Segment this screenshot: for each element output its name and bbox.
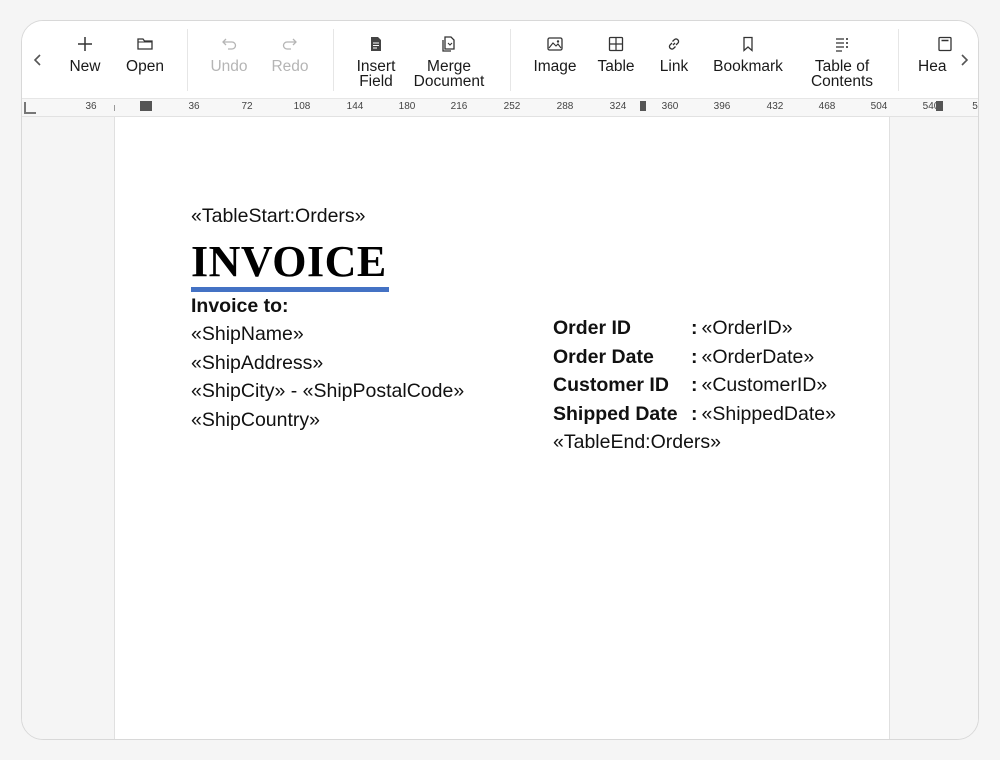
ruler-label: 36 — [188, 101, 200, 112]
image-button-label: Image — [533, 58, 577, 75]
right-indent-marker-icon[interactable] — [936, 101, 943, 111]
document-page[interactable]: «TableStart:Orders» INVOICE Invoice to: … — [114, 117, 890, 739]
insert-field-button-label: Insert Field — [356, 58, 396, 90]
open-button[interactable]: Open — [120, 35, 170, 91]
horizontal-ruler[interactable]: 36 36 72 108 144 180 216 252 288 324 360… — [22, 99, 978, 117]
chevron-right-icon[interactable] — [952, 45, 976, 75]
folder-icon — [120, 35, 170, 53]
tab-stop-selector-icon[interactable] — [24, 102, 36, 114]
toolbar-separator — [510, 29, 511, 91]
ruler-label: 252 — [503, 101, 521, 112]
bookmark-button[interactable]: Bookmark — [708, 35, 788, 91]
merge-document-button-label: Merge Document — [413, 58, 485, 90]
redo-button[interactable]: Redo — [266, 35, 314, 91]
order-id-label: Order ID — [553, 317, 632, 339]
ruler-label: 216 — [450, 101, 468, 112]
redo-button-label: Redo — [271, 58, 309, 75]
undo-button-label: Undo — [210, 58, 248, 75]
new-button-label: New — [69, 58, 101, 75]
tab-marker-icon[interactable] — [640, 101, 646, 111]
ruler-label: 432 — [766, 101, 784, 112]
field-separator: : — [691, 346, 698, 368]
new-button[interactable]: New — [62, 35, 108, 91]
order-date-row[interactable]: Order Date: «OrderDate» — [553, 346, 814, 369]
ruler-label: 288 — [556, 101, 574, 112]
bookmark-icon — [708, 35, 788, 53]
customer-id-label: Customer ID — [553, 374, 669, 396]
plus-icon — [62, 35, 108, 53]
table-end-field[interactable]: «TableEnd:Orders» — [553, 431, 721, 454]
field-separator: : — [691, 317, 698, 339]
link-button-label: Link — [659, 58, 689, 75]
ruler-label: 324 — [609, 101, 627, 112]
customer-id-field: «CustomerID» — [701, 374, 828, 396]
image-icon — [528, 35, 582, 53]
chevron-left-icon[interactable] — [26, 45, 50, 75]
order-id-row[interactable]: Order ID: «OrderID» — [553, 317, 793, 340]
toolbar-separator — [187, 29, 188, 91]
table-of-contents-button-label: Table of Contents — [810, 58, 874, 90]
ruler-label: 72 — [241, 101, 253, 112]
ruler-label: 144 — [346, 101, 364, 112]
table-button-label: Table — [597, 58, 635, 75]
ruler-label: 468 — [818, 101, 836, 112]
ruler-label: 360 — [661, 101, 679, 112]
redo-icon — [266, 35, 314, 53]
bookmark-button-label: Bookmark — [713, 58, 783, 75]
merge-document-icon — [410, 35, 488, 53]
invoice-title[interactable]: INVOICE — [191, 236, 387, 287]
field-separator: : — [691, 403, 698, 425]
ruler-label: 180 — [398, 101, 416, 112]
ship-name-field[interactable]: «ShipName» — [191, 323, 304, 346]
ruler-label: 504 — [870, 101, 888, 112]
table-icon — [592, 35, 640, 53]
insert-field-icon — [347, 35, 405, 53]
document-workspace: «TableStart:Orders» INVOICE Invoice to: … — [22, 117, 978, 739]
title-underline — [191, 287, 389, 292]
indent-marker-icon[interactable] — [140, 101, 152, 111]
invoice-to-label[interactable]: Invoice to: — [191, 295, 289, 318]
table-start-field[interactable]: «TableStart:Orders» — [191, 205, 366, 228]
undo-button[interactable]: Undo — [205, 35, 253, 91]
insert-field-button[interactable]: Insert Field — [347, 35, 405, 91]
table-button[interactable]: Table — [592, 35, 640, 91]
order-date-field: «OrderDate» — [701, 346, 815, 368]
open-button-label: Open — [126, 58, 164, 75]
field-separator: : — [691, 374, 698, 396]
ship-city-postal-field[interactable]: «ShipCity» - «ShipPostalCode» — [191, 380, 464, 403]
toolbar-separator — [898, 29, 899, 91]
ruler-label: 36 — [85, 101, 97, 112]
undo-icon — [205, 35, 253, 53]
shipped-date-field: «ShippedDate» — [701, 403, 836, 425]
image-button[interactable]: Image — [528, 35, 582, 91]
ship-address-field[interactable]: «ShipAddress» — [191, 352, 323, 375]
link-icon — [652, 35, 696, 53]
ruler-label: 396 — [713, 101, 731, 112]
document-editor-window: New Open Undo Redo Insert Field Merge Do… — [21, 20, 979, 740]
toc-icon — [804, 35, 880, 53]
ruler-label: 108 — [293, 101, 311, 112]
shipped-date-label: Shipped Date — [553, 403, 678, 425]
order-date-label: Order Date — [553, 346, 654, 368]
table-of-contents-button[interactable]: Table of Contents — [804, 35, 880, 91]
toolbar: New Open Undo Redo Insert Field Merge Do… — [22, 21, 978, 99]
ruler-tick — [114, 105, 115, 111]
customer-id-row[interactable]: Customer ID: «CustomerID» — [553, 374, 827, 397]
toolbar-separator — [333, 29, 334, 91]
link-button[interactable]: Link — [652, 35, 696, 91]
merge-document-button[interactable]: Merge Document — [410, 35, 488, 91]
ship-country-field[interactable]: «ShipCountry» — [191, 409, 320, 432]
shipped-date-row[interactable]: Shipped Date: «ShippedDate» — [553, 403, 836, 426]
order-id-field: «OrderID» — [701, 317, 793, 339]
ruler-label: 5 — [972, 101, 978, 112]
